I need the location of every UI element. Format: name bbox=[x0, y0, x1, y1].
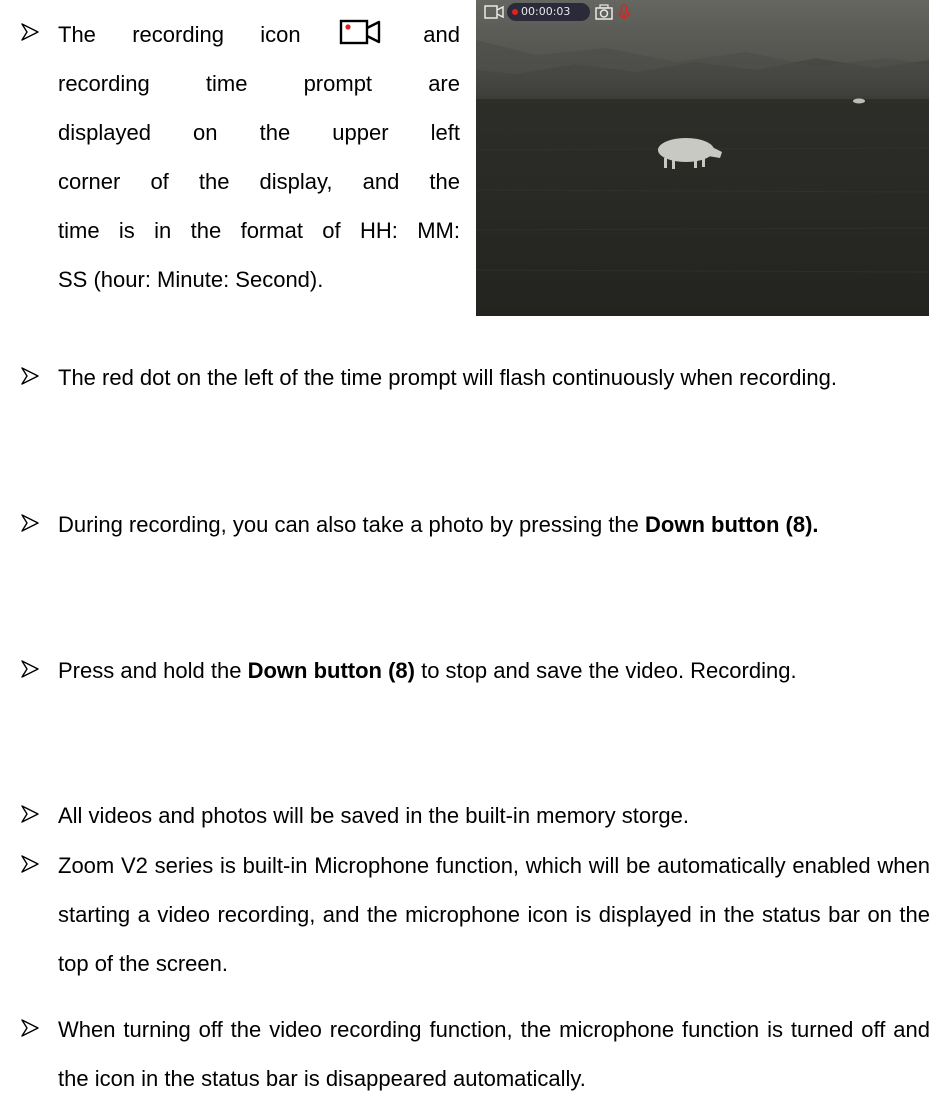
recording-icon bbox=[339, 19, 381, 45]
arrowhead-bullet-icon bbox=[21, 367, 39, 385]
text-line: The recording icon and bbox=[58, 10, 460, 59]
bullet-text: The red dot on the left of the time prom… bbox=[58, 365, 837, 390]
text-line: displayed on the upper left bbox=[58, 120, 460, 145]
text-line: corner of the display, and the bbox=[58, 169, 460, 194]
video-camera-icon bbox=[484, 5, 504, 19]
down-button-ref: Down button (8). bbox=[645, 512, 819, 537]
camera-icon bbox=[595, 4, 613, 20]
bullet-text: Press and hold the Down button (8) to st… bbox=[58, 658, 797, 683]
recording-time: 00:00:03 bbox=[521, 5, 571, 18]
bullet-text: All videos and photos will be saved in t… bbox=[58, 803, 689, 828]
recording-time-pill: 00:00:03 bbox=[507, 3, 590, 21]
arrowhead-bullet-icon bbox=[21, 855, 39, 873]
bullet-text: When turning off the video recording fun… bbox=[58, 1017, 930, 1091]
thermal-scene bbox=[476, 0, 929, 316]
text-line: recording time prompt are bbox=[58, 71, 460, 96]
down-button-ref: Down button (8) bbox=[247, 658, 415, 683]
rec-dot bbox=[512, 9, 518, 15]
bullet-text: During recording, you can also take a ph… bbox=[58, 512, 819, 537]
bullet-text: The recording icon and recording time pr… bbox=[58, 10, 460, 304]
arrowhead-bullet-icon bbox=[21, 514, 39, 532]
arrowhead-bullet-icon bbox=[21, 1019, 39, 1037]
microphone-icon bbox=[618, 4, 630, 20]
text-line: SS (hour: Minute: Second). bbox=[58, 267, 324, 292]
thermal-image: 00:00:03 bbox=[476, 0, 929, 316]
osd-status-bar: 00:00:03 bbox=[476, 0, 929, 24]
arrowhead-bullet-icon bbox=[21, 660, 39, 678]
bullet-text: Zoom V2 series is built-in Microphone fu… bbox=[58, 853, 930, 976]
arrowhead-bullet-icon bbox=[21, 23, 39, 41]
text-line: time is in the format of HH: MM: bbox=[58, 218, 460, 243]
arrowhead-bullet-icon bbox=[21, 805, 39, 823]
